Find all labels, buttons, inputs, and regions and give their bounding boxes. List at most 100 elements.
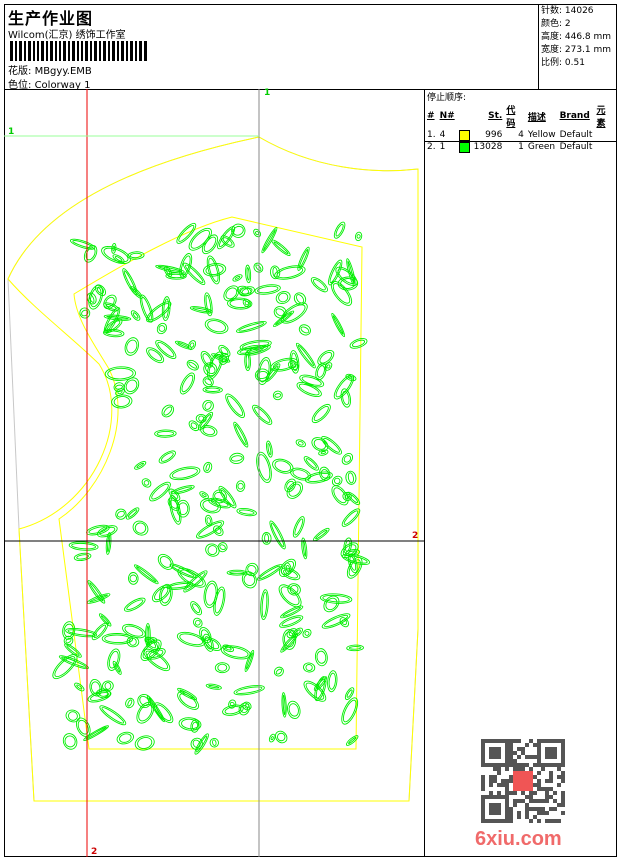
stitch-motif [287,700,301,720]
stitch-motif [206,517,211,524]
stitch-motif [158,450,176,464]
stitch-motif [349,338,368,349]
stitch-motif [205,387,221,392]
stitch-motif [272,458,294,474]
stitch-motif [134,461,147,470]
stitch-motif [113,396,130,407]
stitch-motif [171,485,195,495]
stitch-count: 针数: 14026 [541,6,594,16]
stitch-motif [354,231,363,242]
stitch-motif [237,482,244,490]
stitch-motif [160,452,174,462]
color-swatch [458,129,473,141]
design-scale: 比例: 0.51 [541,58,585,68]
stitch-motif [99,705,127,726]
row-code: 1 [518,142,524,152]
stitch-motif [214,588,224,614]
stitch-motif [205,683,222,690]
stitch-motif [325,597,338,611]
stitch-motif [272,390,283,401]
marker-2-right: 2 [412,531,419,541]
stitch-motif [345,735,359,746]
stitch-motif [270,522,285,548]
stitch-motif [273,666,284,677]
stitch-motif [104,634,131,644]
stitch-motif [68,541,99,551]
stitch-motif [199,491,209,499]
stitch-motif [69,238,96,250]
stitch-motif [225,287,238,300]
stitch-motif [297,344,315,367]
stitch-motif [134,522,147,534]
row-description: Green [527,142,556,152]
design-width: 宽度: 273.1 mm [541,45,612,55]
table-divider [425,141,617,142]
design-canvas [4,89,424,857]
stitch-motif [236,320,267,333]
stitch-motif [273,241,289,255]
stitch-motif [212,739,217,746]
row-index: 1. [427,130,436,140]
col-needle: N# [439,111,455,121]
stitch-motif [158,325,166,332]
stitch-motif [344,687,355,700]
stitch-motif [244,300,249,306]
stitch-motif [227,395,244,416]
green-embroidery [52,221,371,755]
stop-sequence-table: # N# St. 代码 描述 Brand 元素 1. 4 996 4 Yello… [426,103,617,153]
row-needle: 1 [439,142,446,152]
stitch-motif [335,223,344,237]
row-brand: Default [559,142,593,152]
stitch-motif [136,462,145,469]
col-stitches: St. [488,111,503,121]
stitch-motif [234,423,247,446]
stitch-motif [253,262,264,273]
stitch-motif [334,477,341,485]
stitch-motif [261,226,278,254]
stitch-motif [270,736,274,741]
stitch-motif [73,552,92,562]
stitch-motif [297,246,310,271]
stitch-motif [302,662,316,673]
color-count: 颜色: 2 [541,19,571,29]
stitch-motif [292,469,309,479]
table-row: 2. 1 13028 1 Green Default [426,141,617,153]
stitch-motif [137,693,152,709]
row-code: 4 [518,130,524,140]
stitch-motif [310,277,328,293]
stitch-motif [233,685,265,696]
stitch-motif [198,415,205,422]
stitch-motif [156,322,168,335]
stitch-motif [217,542,228,553]
design-name: 花版: MBgyy.EMB [8,62,92,77]
stitch-motif [129,574,138,583]
stitch-motif [203,461,213,473]
stitch-motif [132,520,149,536]
stitch-motif [239,286,255,297]
stitch-motif [297,441,304,446]
stitch-motif [116,510,125,518]
stitch-motif [202,399,214,412]
stitch-motif [259,565,281,580]
col-swatch [458,103,473,129]
stitch-motif [194,733,209,755]
stitch-motif [232,274,243,282]
stitch-motif [77,719,89,735]
stitch-motif [313,527,330,542]
stitch-motif [341,697,359,725]
stitch-motif [127,699,133,707]
stitch-motif [333,374,355,400]
stitch-motif [169,494,182,525]
stitch-motif [233,421,249,448]
stitch-motif [125,697,135,709]
stitch-motif [223,285,240,302]
col-brand: Brand [559,111,590,121]
stitch-motif [193,617,203,628]
stitch-motif [287,583,301,596]
stitch-motif [230,455,243,462]
stitch-motif [348,646,362,650]
stitch-motif [282,694,286,716]
stitch-motif [311,403,331,424]
marker-2-bottom: 2 [91,847,98,857]
stitch-motif [256,451,272,484]
